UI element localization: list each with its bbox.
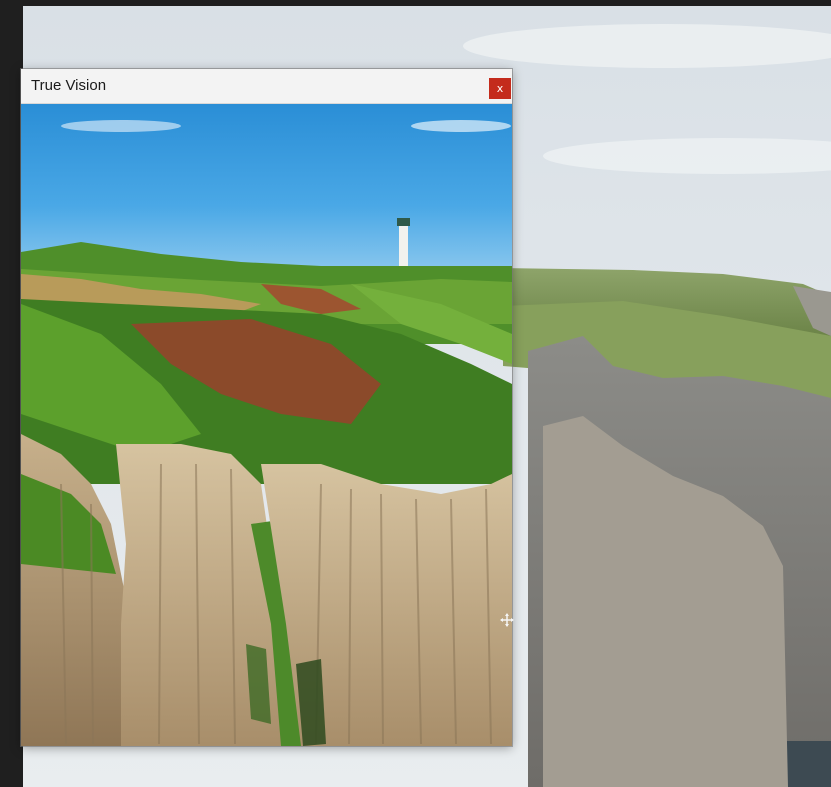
- close-button[interactable]: x: [489, 78, 511, 99]
- vision-preview-area: [21, 104, 512, 746]
- window-title: True Vision: [31, 77, 107, 94]
- window-titlebar[interactable]: True Vision x: [21, 69, 512, 104]
- move-cursor-icon: [500, 613, 514, 627]
- lighthouse: [399, 224, 408, 266]
- close-icon: x: [496, 82, 504, 95]
- true-vision-window[interactable]: True Vision x: [21, 69, 512, 746]
- screen-left-edge: [0, 0, 23, 787]
